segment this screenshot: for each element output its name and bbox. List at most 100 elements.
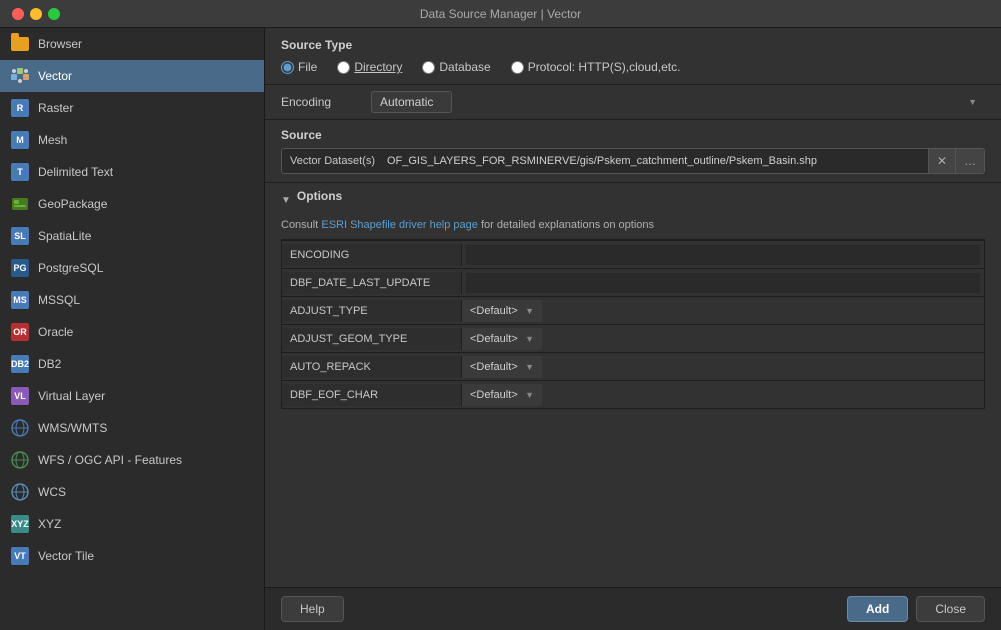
option-value-adjust-type: <Default> YES NO xyxy=(462,300,542,322)
source-path-value: OF_GIS_LAYERS_FOR_RSMINERVE/gis/Pskem_ca… xyxy=(383,150,928,172)
option-row-dbf-date: DBF_DATE_LAST_UPDATE xyxy=(282,268,984,296)
auto-repack-select-wrap: <Default> YES NO xyxy=(462,356,542,378)
content-area: Source Type File Directory Database Prot… xyxy=(265,28,1001,630)
sidebar-item-vector-tile[interactable]: VT Vector Tile xyxy=(0,540,264,572)
auto-repack-select[interactable]: <Default> YES NO xyxy=(462,356,542,378)
sidebar-item-label: WFS / OGC API - Features xyxy=(38,453,182,467)
main-layout: Browser Vector R Raster xyxy=(0,28,1001,630)
dbf-eof-select[interactable]: <Default> YES NO xyxy=(462,384,542,406)
radio-file-label: File xyxy=(298,60,317,74)
adjust-type-select-wrap: <Default> YES NO xyxy=(462,300,542,322)
sidebar-item-label: DB2 xyxy=(38,357,61,371)
collapse-arrow-icon[interactable]: ▼ xyxy=(281,195,291,206)
sidebar-item-postgresql[interactable]: PG PostgreSQL xyxy=(0,252,264,284)
sidebar-item-label: Vector Tile xyxy=(38,549,94,563)
delimited-text-icon: T xyxy=(10,162,30,182)
radio-database[interactable]: Database xyxy=(422,60,490,74)
source-clear-button[interactable]: ✕ xyxy=(928,149,955,173)
wcs-icon xyxy=(10,482,30,502)
close-button[interactable]: Close xyxy=(916,596,985,622)
sidebar-item-label: Delimited Text xyxy=(38,165,113,179)
options-section: ▼ Options Consult ESRI Shapefile driver … xyxy=(265,183,1001,587)
adjust-type-select[interactable]: <Default> YES NO xyxy=(462,300,542,322)
raster-icon: R xyxy=(10,98,30,118)
window-controls[interactable] xyxy=(12,8,60,20)
title-bar: Data Source Manager | Vector xyxy=(0,0,1001,28)
sidebar-item-spatialite[interactable]: SL SpatiaLite xyxy=(0,220,264,252)
sidebar-item-delimited-text[interactable]: T Delimited Text xyxy=(0,156,264,188)
oracle-icon: OR xyxy=(10,322,30,342)
mesh-icon: M xyxy=(10,130,30,150)
sidebar-item-wms-wmts[interactable]: WMS/WMTS xyxy=(0,412,264,444)
sidebar-item-label: Mesh xyxy=(38,133,67,147)
sidebar-item-browser[interactable]: Browser xyxy=(0,28,264,60)
postgresql-icon: PG xyxy=(10,258,30,278)
option-value-adjust-geom: <Default> YES NO xyxy=(462,328,542,350)
option-row-auto-repack: AUTO_REPACK <Default> YES NO xyxy=(282,352,984,380)
sidebar-item-label: SpatiaLite xyxy=(38,229,91,243)
sidebar-item-oracle[interactable]: OR Oracle xyxy=(0,316,264,348)
wms-icon xyxy=(10,418,30,438)
browser-icon xyxy=(10,34,30,54)
options-table: ENCODING DBF_DATE_LAST_UPDATE ADJUST_TYP… xyxy=(281,239,985,409)
radio-database-input[interactable] xyxy=(422,61,435,74)
virtual-layer-icon: VL xyxy=(10,386,30,406)
option-row-encoding: ENCODING xyxy=(282,240,984,268)
radio-database-label: Database xyxy=(439,60,490,74)
sidebar-item-xyz[interactable]: XYZ XYZ xyxy=(0,508,264,540)
option-row-adjust-geom: ADJUST_GEOM_TYPE <Default> YES NO xyxy=(282,324,984,352)
option-row-adjust-type: ADJUST_TYPE <Default> YES NO xyxy=(282,296,984,324)
db2-icon: DB2 xyxy=(10,354,30,374)
sidebar-item-virtual-layer[interactable]: VL Virtual Layer xyxy=(0,380,264,412)
option-input-encoding[interactable] xyxy=(466,245,980,265)
sidebar-item-db2[interactable]: DB2 DB2 xyxy=(0,348,264,380)
option-input-dbf-date[interactable] xyxy=(466,273,980,293)
sidebar-item-mesh[interactable]: M Mesh xyxy=(0,124,264,156)
sidebar-item-label: Raster xyxy=(38,101,73,115)
sidebar-item-geopackage[interactable]: GeoPackage xyxy=(0,188,264,220)
sidebar-item-wfs-ogc[interactable]: WFS / OGC API - Features xyxy=(0,444,264,476)
encoding-row: Encoding Automatic UTF-8 ISO-8859-1 ASCI… xyxy=(265,84,1001,120)
option-value-auto-repack: <Default> YES NO xyxy=(462,356,542,378)
radio-file[interactable]: File xyxy=(281,60,317,74)
radio-protocol-label: Protocol: HTTP(S),cloud,etc. xyxy=(528,60,681,74)
option-key-dbf-eof: DBF_EOF_CHAR xyxy=(282,384,462,406)
adjust-geom-select[interactable]: <Default> YES NO xyxy=(462,328,542,350)
source-browse-button[interactable]: … xyxy=(955,149,984,173)
options-title: Options xyxy=(297,189,342,203)
source-dataset-label: Vector Dataset(s) xyxy=(282,150,383,172)
close-window-btn[interactable] xyxy=(12,8,24,20)
help-button[interactable]: Help xyxy=(281,596,344,622)
add-button[interactable]: Add xyxy=(847,596,908,622)
help-link[interactable]: ESRI Shapefile driver help page xyxy=(321,219,478,231)
radio-directory-input[interactable] xyxy=(337,61,350,74)
source-path-row: Vector Dataset(s) OF_GIS_LAYERS_FOR_RSMI… xyxy=(281,148,985,174)
sidebar-item-wcs[interactable]: WCS xyxy=(0,476,264,508)
source-type-title: Source Type xyxy=(281,38,985,52)
minimize-window-btn[interactable] xyxy=(30,8,42,20)
spatialite-icon: SL xyxy=(10,226,30,246)
encoding-select[interactable]: Automatic UTF-8 ISO-8859-1 ASCII xyxy=(371,91,452,113)
option-row-dbf-eof: DBF_EOF_CHAR <Default> YES NO xyxy=(282,380,984,408)
maximize-window-btn[interactable] xyxy=(48,8,60,20)
radio-directory[interactable]: Directory xyxy=(337,60,402,74)
options-help-text: Consult ESRI Shapefile driver help page … xyxy=(281,219,985,231)
action-buttons: Add Close xyxy=(847,596,985,622)
option-value-dbf-eof: <Default> YES NO xyxy=(462,384,542,406)
sidebar-item-mssql[interactable]: MS MSSQL xyxy=(0,284,264,316)
option-value-encoding xyxy=(462,243,984,267)
sidebar-item-label: Oracle xyxy=(38,325,73,339)
vector-icon xyxy=(10,66,30,86)
radio-file-input[interactable] xyxy=(281,61,294,74)
help-text-suffix: for detailed explanations on options xyxy=(478,219,654,231)
sidebar-item-raster[interactable]: R Raster xyxy=(0,92,264,124)
radio-protocol[interactable]: Protocol: HTTP(S),cloud,etc. xyxy=(511,60,681,74)
source-section: Source Vector Dataset(s) OF_GIS_LAYERS_F… xyxy=(265,120,1001,183)
radio-protocol-input[interactable] xyxy=(511,61,524,74)
radio-directory-label: Directory xyxy=(354,60,402,74)
geopackage-icon xyxy=(10,194,30,214)
vector-tile-icon: VT xyxy=(10,546,30,566)
sidebar-item-vector[interactable]: Vector xyxy=(0,60,264,92)
sidebar-item-label: GeoPackage xyxy=(38,197,107,211)
option-key-adjust-type: ADJUST_TYPE xyxy=(282,300,462,322)
